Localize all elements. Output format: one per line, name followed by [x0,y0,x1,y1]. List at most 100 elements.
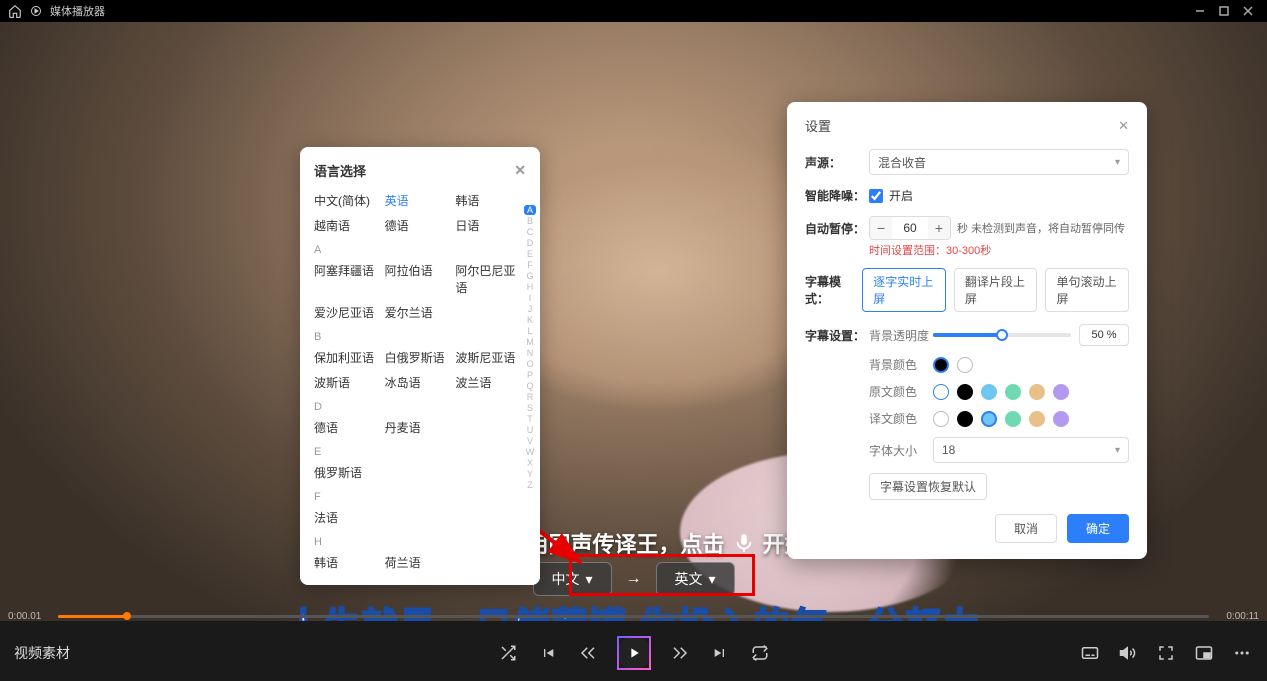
minimize-button[interactable] [1189,0,1211,22]
pip-icon[interactable] [1193,642,1215,664]
opacity-slider[interactable] [933,333,1071,337]
color-swatch[interactable] [1005,411,1021,427]
shuffle-icon[interactable] [497,642,519,664]
play-button[interactable] [617,636,651,670]
lang-option[interactable]: 丹麦语 [385,419,456,436]
target-lang-dropdown[interactable]: 英文 ▾ [656,562,735,596]
alpha-letter[interactable]: C [524,227,536,237]
subtitle-icon[interactable] [1079,642,1101,664]
reset-subtitle-button[interactable]: 字幕设置恢复默认 [869,473,987,500]
alpha-letter[interactable]: B [524,216,536,226]
lang-option[interactable]: 韩语 [314,554,385,571]
lang-option[interactable]: 日语 [455,217,526,234]
alpha-letter[interactable]: P [524,370,536,380]
submode-option[interactable]: 逐字实时上屏 [862,268,946,312]
close-button[interactable] [1237,0,1259,22]
color-swatch[interactable] [933,384,949,400]
alpha-letter[interactable]: Y [524,469,536,479]
lang-option[interactable]: 爱尔兰语 [385,304,456,321]
lang-option[interactable]: 冰岛语 [385,374,456,391]
alpha-letter[interactable]: K [524,315,536,325]
lang-option[interactable]: 保加利亚语 [314,349,385,366]
ok-button[interactable]: 确定 [1067,514,1129,543]
lang-option[interactable]: 越南语 [314,217,385,234]
lang-option[interactable]: 爱沙尼亚语 [314,304,385,321]
alpha-letter[interactable]: E [524,249,536,259]
denoise-checkbox[interactable] [869,189,883,203]
alpha-letter[interactable]: D [524,238,536,248]
stepper-plus[interactable]: + [928,216,950,240]
color-swatch[interactable] [933,357,949,373]
volume-icon[interactable] [1117,642,1139,664]
color-swatch[interactable] [1053,411,1069,427]
more-icon[interactable] [1231,642,1253,664]
color-swatch[interactable] [957,384,973,400]
alpha-letter[interactable]: R [524,392,536,402]
lang-option[interactable]: 英语 [385,192,456,209]
lang-option[interactable]: 白俄罗斯语 [385,349,456,366]
fullscreen-icon[interactable] [1155,642,1177,664]
alpha-letter[interactable]: V [524,436,536,446]
seek-bar[interactable] [58,615,1209,618]
alpha-letter[interactable]: A [524,205,536,215]
lang-option[interactable]: 阿塞拜疆语 [314,262,385,296]
prev-icon[interactable] [537,642,559,664]
lang-option[interactable]: 阿拉伯语 [385,262,456,296]
alpha-letter[interactable]: X [524,458,536,468]
home-icon[interactable] [8,4,22,18]
alpha-letter[interactable]: F [524,260,536,270]
alpha-letter[interactable]: Q [524,381,536,391]
color-swatch[interactable] [933,411,949,427]
lang-option[interactable]: 德语 [385,217,456,234]
alpha-letter[interactable]: H [524,282,536,292]
lang-option[interactable]: 荷兰语 [385,554,456,571]
alpha-letter[interactable]: I [524,293,536,303]
alpha-letter[interactable]: M [524,337,536,347]
color-swatch[interactable] [1029,411,1045,427]
color-swatch[interactable] [981,384,997,400]
color-swatch[interactable] [1005,384,1021,400]
submode-option[interactable]: 翻译片段上屏 [954,268,1038,312]
rewind-icon[interactable] [577,642,599,664]
alpha-letter[interactable]: J [524,304,536,314]
color-swatch[interactable] [1053,384,1069,400]
source-select[interactable]: 混合收音 ▾ [869,149,1129,175]
lang-option[interactable]: 波兰语 [455,374,526,391]
submode-option[interactable]: 单句滚动上屏 [1045,268,1129,312]
maximize-button[interactable] [1213,0,1235,22]
alpha-letter[interactable]: G [524,271,536,281]
alpha-index[interactable]: ABCDEFGHIJKLMNOPQRSTUVWXYZ [524,205,536,490]
close-icon[interactable]: ✕ [1118,118,1129,134]
lang-option[interactable]: 波斯语 [314,374,385,391]
lang-option [385,509,456,526]
lang-option[interactable]: 韩语 [455,192,526,209]
stepper-minus[interactable]: − [870,216,892,240]
alpha-letter[interactable]: W [524,447,536,457]
color-swatch[interactable] [981,411,997,427]
alpha-letter[interactable]: S [524,403,536,413]
fontsize-select[interactable]: 18 ▾ [933,437,1129,463]
alpha-letter[interactable]: O [524,359,536,369]
alpha-letter[interactable]: U [524,425,536,435]
next-icon[interactable] [709,642,731,664]
lang-option[interactable]: 阿尔巴尼亚语 [455,262,526,296]
alpha-letter[interactable]: Z [524,480,536,490]
alpha-letter[interactable]: T [524,414,536,424]
loop-icon[interactable] [749,642,771,664]
video-area[interactable]: 欢迎使用同声传译王，点击 开始 中文 ▾ → 英文 ▾ 人生就是一只储蓄罐 你投… [0,22,1267,621]
lang-option[interactable]: 俄罗斯语 [314,464,385,481]
color-swatch[interactable] [957,357,973,373]
autopause-stepper[interactable]: − 60 + [869,216,951,240]
cancel-button[interactable]: 取消 [995,514,1057,543]
lang-option[interactable]: 中文(简体) [314,192,385,209]
lang-option[interactable]: 波斯尼亚语 [455,349,526,366]
close-icon[interactable]: ✕ [514,162,526,179]
source-lang-dropdown[interactable]: 中文 ▾ [532,562,611,596]
alpha-letter[interactable]: N [524,348,536,358]
forward-icon[interactable] [669,642,691,664]
alpha-letter[interactable]: L [524,326,536,336]
color-swatch[interactable] [957,411,973,427]
lang-option[interactable]: 法语 [314,509,385,526]
color-swatch[interactable] [1029,384,1045,400]
lang-option[interactable]: 德语 [314,419,385,436]
